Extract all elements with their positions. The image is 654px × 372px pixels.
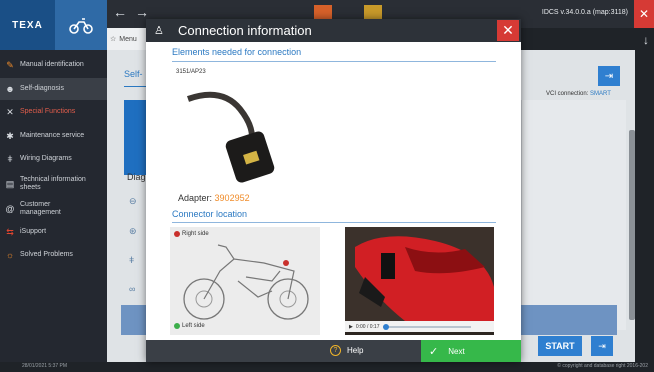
- close-icon: ✕: [638, 7, 650, 21]
- sidebar-item-manual-identification[interactable]: ✎ Manual identification: [0, 54, 107, 76]
- motorcycle-diagram: Right side Left side: [170, 227, 320, 335]
- dialog-title: Connection information: [178, 23, 312, 38]
- footer-copyright: © copyright and database right 2016-202: [557, 363, 648, 369]
- video-time: 0:00 / 0:17: [355, 323, 380, 330]
- video-progress-bar[interactable]: [382, 323, 471, 330]
- sidebar-item-label: Technical information sheets: [20, 176, 86, 191]
- connection-dialog: ♙ Connection information ✕ Elements need…: [146, 19, 521, 362]
- lights-icon[interactable]: ǂ: [129, 255, 134, 265]
- green-dot-icon: [174, 323, 180, 329]
- sidebar-item-solved-problems[interactable]: ☼ Solved Problems: [0, 244, 107, 266]
- wrench-icon: ✎: [6, 60, 14, 70]
- sidebar-item-special-functions[interactable]: ✕ Special Functions: [0, 101, 107, 123]
- adapter-code[interactable]: 3902952: [215, 193, 250, 203]
- right-side-legend: Right side: [174, 231, 209, 237]
- checkmark-icon: ✓: [429, 345, 439, 358]
- plug-icon: ǂ: [7, 154, 13, 164]
- close-app-button[interactable]: ✕: [634, 0, 654, 28]
- start-button[interactable]: START: [538, 336, 582, 356]
- diag-label: Diag: [127, 172, 146, 182]
- question-mark-icon: ?: [330, 345, 341, 356]
- exit-icon: ⇥: [598, 340, 606, 351]
- gear-icon: ✱: [6, 131, 14, 141]
- motorbike-icon: [55, 0, 107, 50]
- next-label: Next: [448, 346, 465, 356]
- video-player-controls: ▶ 0:00 / 0:17: [345, 321, 494, 332]
- sidebar-item-customer-management[interactable]: @ Customer management: [0, 197, 107, 221]
- sidebar-item-label: Manual identification: [20, 61, 84, 68]
- person-icon: ☻: [5, 84, 15, 94]
- play-icon[interactable]: ▶: [349, 324, 353, 330]
- connector-code: 3151/AP23: [176, 69, 206, 75]
- close-icon: ✕: [502, 22, 514, 38]
- texa-logo: TEXA: [0, 0, 55, 50]
- lightbulb-icon: ☼: [5, 250, 15, 260]
- help-label: Help: [347, 346, 364, 355]
- version-label: IDCS v.34.0.0.a (map:3118): [541, 9, 628, 16]
- sidebar-item-label: iSupport: [20, 228, 47, 235]
- right-side-label: Right side: [182, 231, 209, 237]
- red-dot-icon: [174, 231, 180, 237]
- motorbike-glyph: [69, 18, 93, 34]
- sidebar-item-label: Self-diagnosis: [20, 85, 64, 92]
- sidebar-item-label: Solved Problems: [20, 251, 73, 258]
- dialog-header: ♙ Connection information ✕: [146, 19, 521, 42]
- section-divider: [172, 222, 496, 223]
- selected-row-highlight-right[interactable]: [521, 305, 617, 335]
- motorcycle-photo: [345, 227, 494, 321]
- sidebar-item-label: Customer management: [20, 201, 61, 216]
- next-button[interactable]: ✓ Next: [421, 340, 521, 362]
- scrollbar[interactable]: [629, 130, 635, 320]
- sidebar-item-technical-information[interactable]: ▤ Technical information sheets: [0, 172, 107, 196]
- document-icon: ▤: [5, 179, 15, 189]
- app-window: ← → IDCS v.34.0.0.a (map:3118) ✕ ↓ TEXA …: [0, 0, 654, 372]
- connector-image: [187, 91, 275, 183]
- engine-icon[interactable]: ⊖: [129, 196, 137, 207]
- star-icon: ☆: [110, 36, 117, 43]
- vci-label: VCI connection:: [546, 91, 589, 97]
- section-location-title: Connector location: [172, 209, 248, 219]
- sidebar-item-maintenance-service[interactable]: ✱ Maintenance service: [0, 125, 107, 147]
- vci-status: VCI connection: SMART: [546, 91, 611, 97]
- sidebar-item-self-diagnosis[interactable]: ☻ Self-diagnosis: [0, 78, 107, 100]
- wrench-cross-icon: ✕: [6, 107, 14, 117]
- selected-row-highlight[interactable]: [121, 305, 148, 335]
- section-divider: [172, 61, 496, 62]
- exit-icon: ⇥: [604, 70, 614, 82]
- adapter-info: Adapter: 3902952: [178, 193, 250, 203]
- page-title: Self-: [124, 69, 143, 79]
- adapter-label: Adapter:: [178, 193, 213, 203]
- help-button[interactable]: ? Help: [330, 345, 363, 356]
- sidebar-item-label: Special Functions: [20, 108, 76, 115]
- video-progress-knob[interactable]: [382, 323, 389, 330]
- left-side-label: Left side: [182, 323, 205, 329]
- motorcycle-line-drawing: [183, 244, 309, 320]
- connector-location-video[interactable]: [345, 227, 494, 335]
- person-icon: ♙: [154, 25, 164, 37]
- vci-button[interactable]: ⇥: [598, 66, 620, 86]
- dialog-close-button[interactable]: ✕: [497, 20, 519, 41]
- right-panel: [521, 100, 626, 330]
- vehicle-panel: [124, 100, 146, 175]
- vci-value: SMART: [590, 91, 611, 97]
- left-side-legend: Left side: [174, 323, 205, 329]
- at-icon: @: [5, 204, 15, 214]
- abs-icon[interactable]: ⊛: [129, 226, 137, 237]
- exit-button[interactable]: ⇥: [591, 336, 613, 356]
- support-icon: ⇆: [6, 227, 14, 237]
- sidebar-item-label: Maintenance service: [20, 132, 85, 139]
- breadcrumb-label: Menu: [119, 35, 137, 43]
- sidebar-item-label: Wiring Diagrams: [20, 155, 72, 162]
- arrow-down-icon[interactable]: ↓: [643, 33, 649, 47]
- title-underline: [124, 86, 146, 87]
- back-arrow-icon[interactable]: ←: [113, 4, 127, 20]
- section-elements-title: Elements needed for connection: [172, 47, 302, 57]
- link-icon[interactable]: ∞: [129, 284, 135, 294]
- breadcrumb[interactable]: ☆ Menu: [107, 28, 147, 50]
- sidebar-item-wiring-diagrams[interactable]: ǂ Wiring Diagrams: [0, 148, 107, 170]
- forward-arrow-icon[interactable]: →: [135, 4, 149, 20]
- footer-date: 28/01/2021 5:37 PM: [22, 363, 68, 369]
- sidebar-item-isupport[interactable]: ⇆ iSupport: [0, 221, 107, 243]
